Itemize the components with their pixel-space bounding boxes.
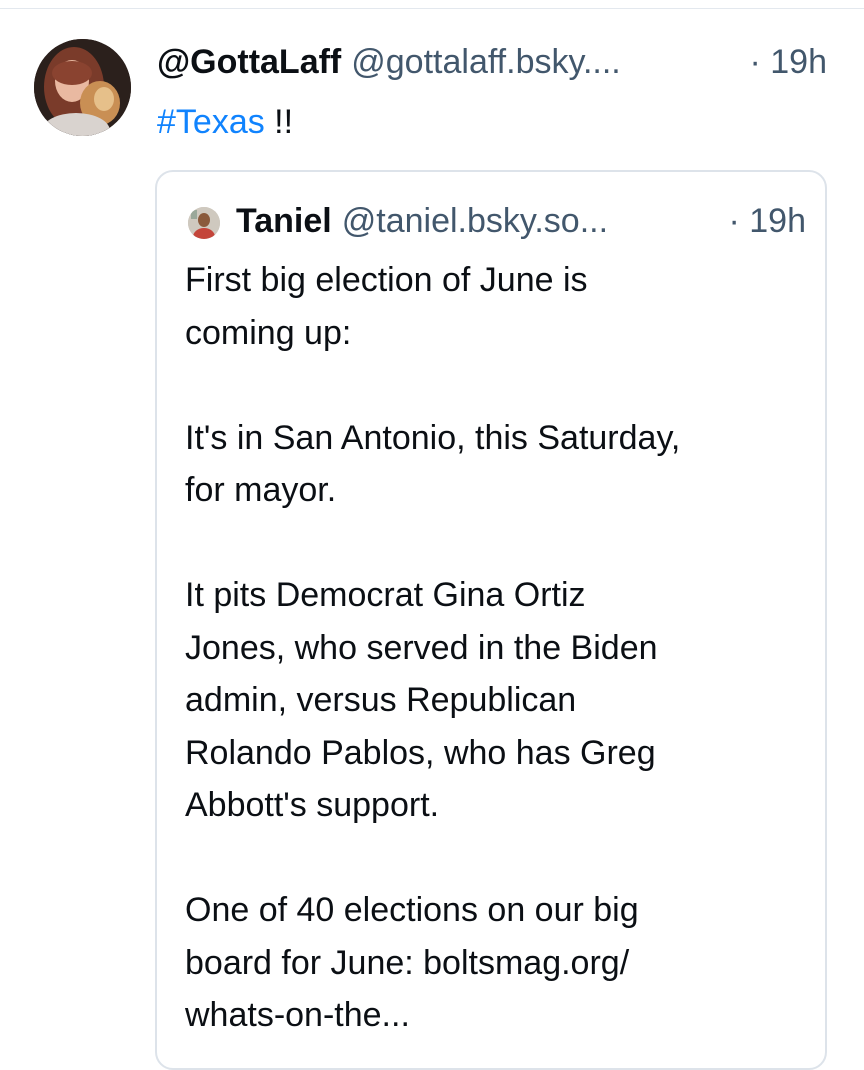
post-header: @GottaLaff @gottalaff.bsky.... · 19h <box>157 38 847 86</box>
top-divider <box>0 8 864 9</box>
quoted-post-paragraph: One of 40 elections on our big board for… <box>185 891 639 1034</box>
author-handle[interactable]: @gottalaff.bsky.... <box>351 43 621 81</box>
quoted-post-body: First big election of June is coming up:… <box>185 254 815 1042</box>
quoted-post-header: Taniel @taniel.bsky.so... · 19h <box>236 198 806 244</box>
post-timestamp[interactable]: · 19h <box>750 38 828 86</box>
quoted-post-paragraph: First big election of June is coming up: <box>185 261 588 352</box>
quoted-post-paragraph: It pits Democrat Gina Ortiz Jones, who s… <box>185 576 658 824</box>
hashtag-link[interactable]: #Texas <box>157 103 265 141</box>
quoted-post-timestamp[interactable]: · 19h <box>729 198 807 244</box>
quoted-author-display-name[interactable]: Taniel <box>236 202 332 240</box>
quoted-post-card[interactable]: Taniel @taniel.bsky.so... · 19h First big… <box>155 170 827 1070</box>
quoted-post-paragraph: It's in San Antonio, this Saturday, for … <box>185 418 681 510</box>
author-avatar[interactable] <box>34 39 131 136</box>
avatar-photo-icon <box>188 207 220 239</box>
post-text: #Texas !! <box>157 98 293 146</box>
quoted-author-avatar[interactable] <box>188 207 220 239</box>
post-text-rest: !! <box>264 103 294 141</box>
avatar-photo-icon <box>34 39 131 136</box>
author-display-name[interactable]: @GottaLaff <box>157 43 341 81</box>
quoted-author-handle[interactable]: @taniel.bsky.so... <box>342 202 608 240</box>
